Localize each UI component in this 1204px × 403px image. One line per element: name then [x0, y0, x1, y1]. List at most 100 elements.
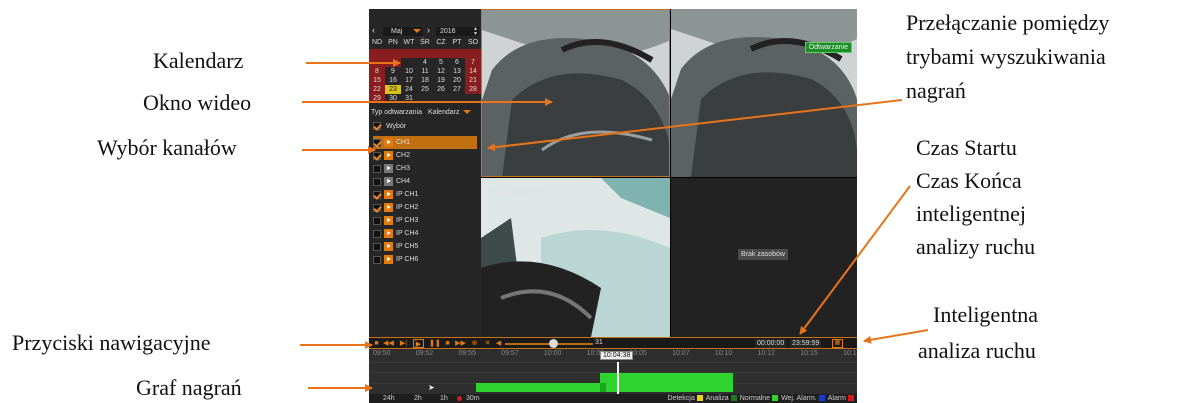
- channel-item[interactable]: CH2: [373, 149, 477, 162]
- checkbox-icon[interactable]: [373, 190, 381, 199]
- weekday-label: PT: [452, 39, 462, 46]
- calendar-day[interactable]: 25: [417, 85, 433, 94]
- timeline-tick-label: 09:50: [373, 350, 391, 357]
- calendar-day[interactable]: 7: [465, 58, 481, 67]
- checkbox-icon[interactable]: [373, 242, 381, 251]
- checkbox-icon[interactable]: [373, 203, 381, 212]
- checkbox-icon[interactable]: [373, 151, 381, 160]
- checkbox-icon[interactable]: [373, 164, 381, 173]
- zoom-1h-button[interactable]: 1h: [440, 394, 448, 403]
- calendar-day[interactable]: 20: [449, 76, 465, 85]
- zoom-2h-button[interactable]: 2h: [414, 394, 422, 403]
- calendar-day[interactable]: 5: [433, 58, 449, 67]
- timeline-tick-label: 09:55: [458, 350, 476, 357]
- channel-item[interactable]: CH3: [373, 162, 477, 175]
- play-icon[interactable]: ▶: [413, 339, 424, 348]
- clip-icon[interactable]: ✕: [482, 339, 493, 348]
- stop-button-icon[interactable]: ■: [442, 339, 453, 348]
- volume-icon[interactable]: ◀: [493, 339, 504, 348]
- calendar-empty-cell: [465, 49, 481, 58]
- calendar-day[interactable]: 24: [401, 85, 417, 94]
- pause-icon[interactable]: ❚❚: [429, 339, 441, 348]
- calendar-day[interactable]: 18: [417, 76, 433, 85]
- calendar-day[interactable]: 16: [385, 76, 401, 85]
- spinner-icon[interactable]: ▴ ▾: [474, 26, 477, 37]
- checkbox-icon[interactable]: [373, 177, 381, 186]
- channel-label: IP CH5: [396, 243, 419, 250]
- calendar-day[interactable]: 28: [465, 85, 481, 94]
- video-pane-3[interactable]: 2016/05/23 10:04:37: [481, 178, 670, 337]
- camera-icon: [384, 177, 393, 186]
- playback-type-label: Typ odtwarzania: [371, 109, 422, 116]
- month-select[interactable]: Maj: [383, 27, 423, 36]
- recording-bar[interactable]: [600, 373, 733, 383]
- calendar-day[interactable]: 23: [385, 85, 401, 94]
- playback-mode-badge[interactable]: Odtwarzanie: [804, 42, 852, 53]
- start-time-field[interactable]: 00:00:00: [755, 339, 787, 348]
- fast-forward-icon[interactable]: ▶▶: [455, 339, 466, 348]
- calendar-day[interactable]: 9: [385, 67, 401, 76]
- end-time-field[interactable]: 23:59:59: [790, 339, 822, 348]
- checkbox-icon[interactable]: [373, 229, 381, 238]
- annotation-times-line-1: Czas Startu: [916, 135, 1017, 160]
- channel-label: IP CH2: [396, 204, 419, 211]
- calendar-day[interactable]: 15: [369, 76, 385, 85]
- video-pane-1[interactable]: [481, 9, 670, 177]
- channel-item[interactable]: IP CH5: [373, 240, 477, 253]
- step-back-icon[interactable]: ▶|: [398, 339, 409, 348]
- calendar-empty-cell: [449, 94, 465, 103]
- zoom-icon[interactable]: ⊕: [469, 339, 480, 348]
- calendar-day[interactable]: 21: [465, 76, 481, 85]
- calendar-empty-cell: [449, 49, 465, 58]
- figure: × ‹ Maj › 2016 ▴▾ NDPNWTŚRCZPTSO 4567891…: [0, 0, 1204, 403]
- channel-item[interactable]: IP CH2: [373, 201, 477, 214]
- calendar-day[interactable]: 13: [449, 67, 465, 76]
- channel-item[interactable]: CH4: [373, 175, 477, 188]
- calendar-day[interactable]: 29: [369, 94, 385, 103]
- playback-type-select[interactable]: Kalendarz: [428, 109, 460, 116]
- select-all-label: Wybór: [385, 122, 407, 130]
- timeline-cursor[interactable]: [617, 362, 619, 394]
- channel-item[interactable]: IP CH1: [373, 188, 477, 201]
- calendar-day[interactable]: 8: [369, 67, 385, 76]
- recording-timeline[interactable]: 09:50 09:52 09:55 09:57 10:00 10:02 10:05 10:07…: [369, 350, 857, 394]
- select-all-row[interactable]: Wybór: [373, 122, 406, 130]
- channel-item[interactable]: CH1: [373, 136, 477, 149]
- calendar-day[interactable]: 6: [449, 58, 465, 67]
- calendar-day[interactable]: 17: [401, 76, 417, 85]
- stop-icon[interactable]: ■: [371, 339, 382, 348]
- calendar-day[interactable]: 12: [433, 67, 449, 76]
- calendar-day[interactable]: 11: [417, 67, 433, 76]
- calendar-day[interactable]: 30: [385, 94, 401, 103]
- calendar-empty-cell: [417, 49, 433, 58]
- zoom-30m-button[interactable]: 30m: [466, 394, 480, 403]
- video-pane-4[interactable]: Brak zasobów: [671, 178, 857, 337]
- calendar-day[interactable]: 22: [369, 85, 385, 94]
- calendar-day[interactable]: 31: [401, 94, 417, 103]
- slider-knob[interactable]: [549, 339, 559, 348]
- channel-item[interactable]: IP CH6: [373, 253, 477, 266]
- checkbox-icon[interactable]: [373, 216, 381, 225]
- calendar-day[interactable]: 14: [465, 67, 481, 76]
- video-pane-2[interactable]: Odtwarzanie: [671, 9, 857, 177]
- calendar-day[interactable]: 4: [417, 58, 433, 67]
- annotation-recording-graph: Graf nagrań: [136, 375, 242, 400]
- channel-label: IP CH6: [396, 256, 419, 263]
- smart-analysis-icon[interactable]: ▦: [832, 339, 843, 348]
- calendar-day[interactable]: 19: [433, 76, 449, 85]
- prev-month-icon[interactable]: ‹: [372, 25, 375, 35]
- year-select[interactable]: 2016 ▴ ▾: [436, 26, 479, 37]
- rewind-icon[interactable]: ◀◀: [383, 339, 394, 348]
- calendar-day[interactable]: 10: [401, 67, 417, 76]
- channel-item[interactable]: IP CH4: [373, 227, 477, 240]
- checkbox-icon[interactable]: [373, 138, 381, 147]
- calendar-day[interactable]: 27: [449, 85, 465, 94]
- annotation-smart-line-1: Inteligentna: [933, 302, 1039, 327]
- channel-item[interactable]: IP CH3: [373, 214, 477, 227]
- checkbox-icon[interactable]: [373, 122, 381, 130]
- zoom-24h-button[interactable]: 24h: [383, 394, 395, 403]
- calendar-day[interactable]: 26: [433, 85, 449, 94]
- checkbox-icon[interactable]: [373, 255, 381, 264]
- next-month-icon[interactable]: ›: [427, 25, 430, 35]
- recording-bar[interactable]: [600, 383, 606, 392]
